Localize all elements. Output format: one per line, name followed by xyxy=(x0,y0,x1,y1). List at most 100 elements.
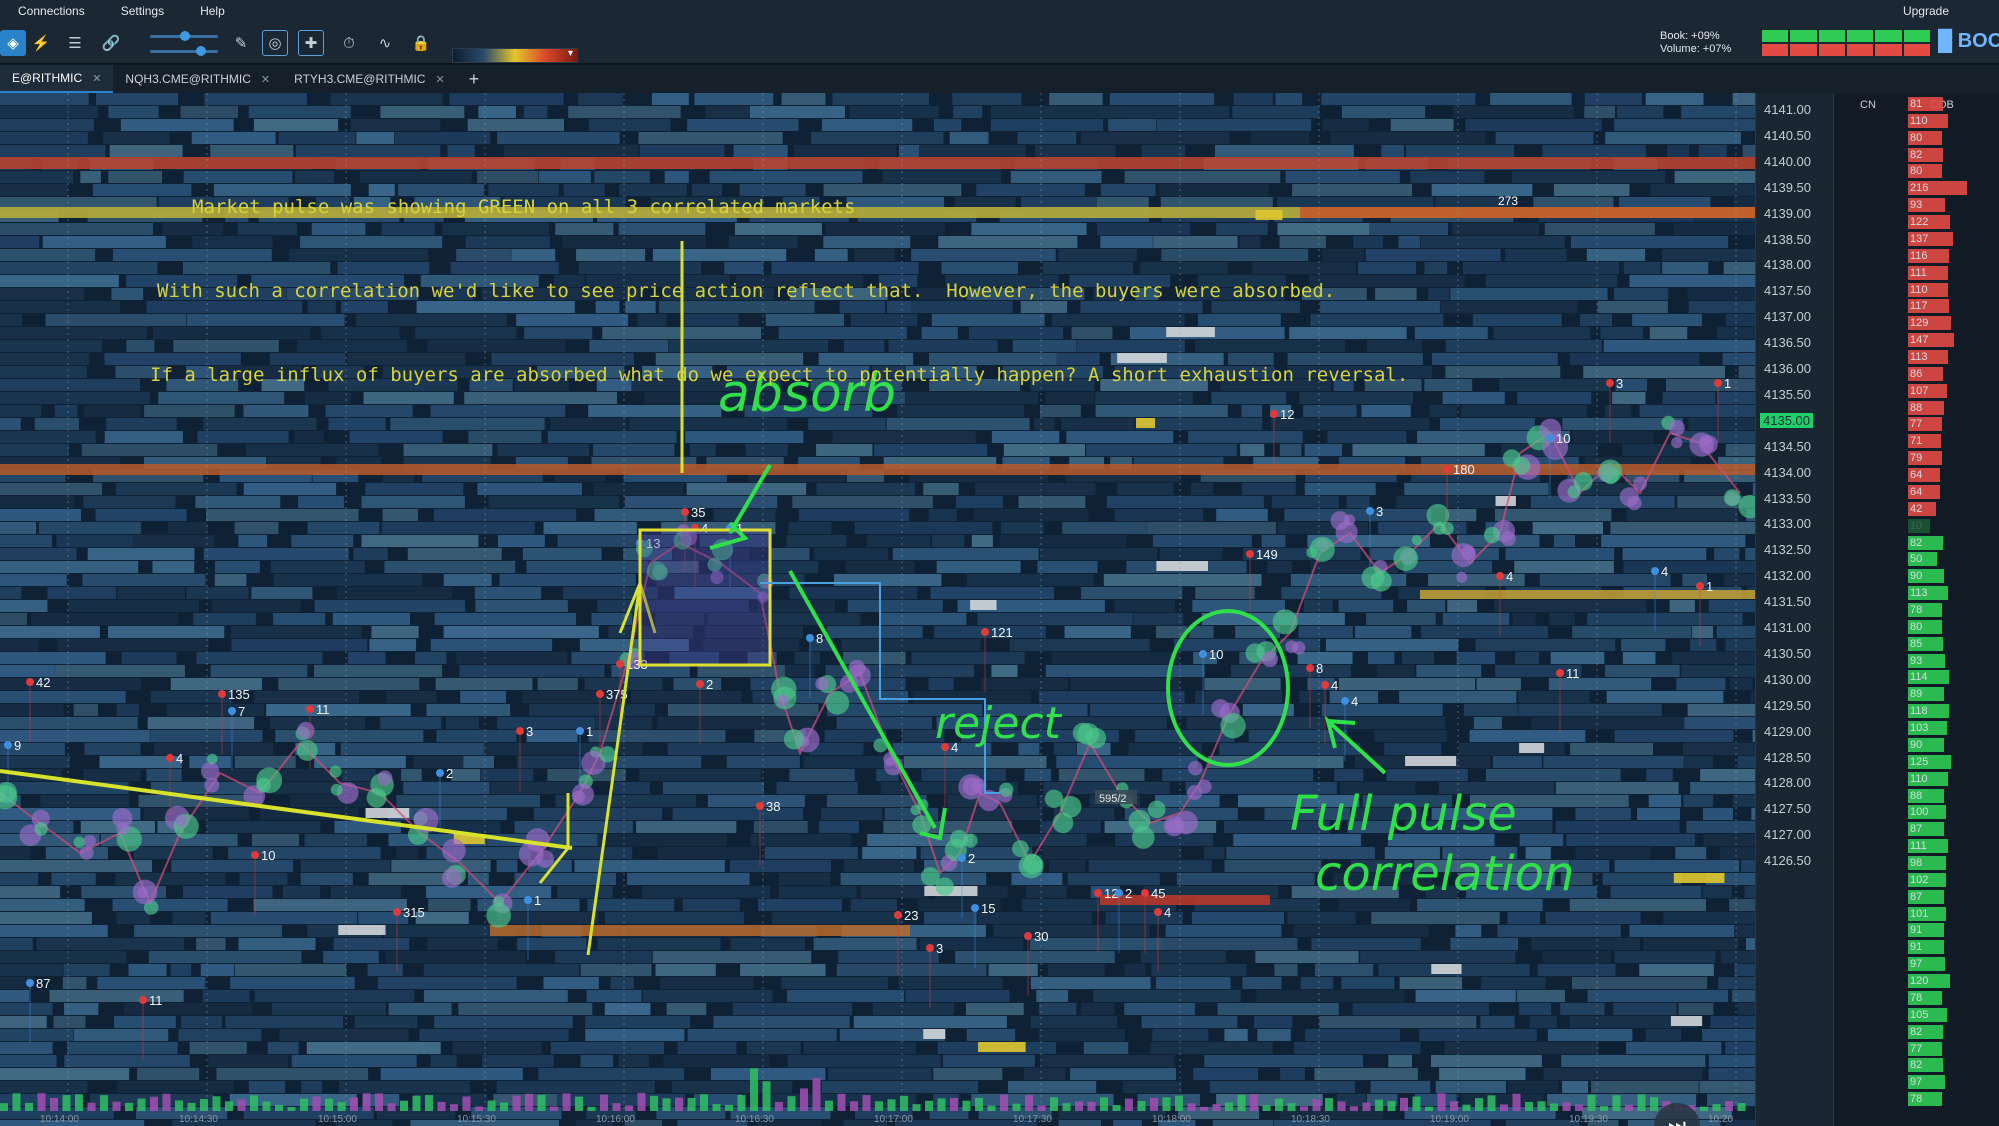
menu-help[interactable]: Help xyxy=(182,4,243,18)
bubble-tool-icon[interactable]: ◎ xyxy=(262,30,288,56)
heatmap-cell xyxy=(1156,561,1209,571)
volume-bar xyxy=(1150,1097,1158,1111)
trade-marker-label: 38 xyxy=(766,799,780,814)
price-label: 4141.00 xyxy=(1764,102,1811,117)
heatmap-cell xyxy=(338,925,386,935)
heatmap-cell xyxy=(1465,119,1602,131)
heatmap-cell xyxy=(1067,873,1160,885)
volume-bar xyxy=(637,1093,646,1111)
heatmap-cell xyxy=(385,951,526,963)
heatmap-cell xyxy=(348,652,386,664)
heatmap-cell xyxy=(833,574,942,586)
trade-bubble xyxy=(1220,713,1246,739)
heatmap-cell xyxy=(1431,964,1462,974)
timer-icon[interactable]: ⏱ xyxy=(336,30,362,56)
crosshair-icon[interactable]: ✚ xyxy=(298,30,324,56)
tab-es[interactable]: E@RITHMIC ✕ xyxy=(0,65,114,93)
volume-bar xyxy=(837,1093,846,1111)
volume-bar xyxy=(137,1098,146,1111)
heatmap-cell xyxy=(1240,444,1265,456)
trade-bubble xyxy=(73,836,85,848)
volume-bar xyxy=(775,1101,783,1111)
lock-icon[interactable]: 🔒 xyxy=(408,30,434,56)
heatmap-cell xyxy=(845,561,915,573)
volume-bar xyxy=(962,1100,971,1111)
heatmap-cell xyxy=(36,938,184,950)
menu-connections[interactable]: Connections xyxy=(0,4,103,18)
trade-bubble xyxy=(297,721,315,740)
heatmap-cell xyxy=(1543,756,1684,768)
link-icon[interactable]: 🔗 xyxy=(98,30,124,56)
chart-line-icon[interactable]: ∿ xyxy=(372,30,398,56)
trade-marker-dot xyxy=(251,851,259,859)
heatmap-cell xyxy=(924,912,978,924)
heatmap-cell xyxy=(850,899,897,911)
heatmap-cell xyxy=(1217,1003,1339,1015)
heatmap-cell xyxy=(1480,1016,1515,1028)
heatmap-cell xyxy=(526,561,649,573)
heatmap-cell xyxy=(1678,1003,1714,1015)
heatmap-cell xyxy=(1725,639,1755,651)
heatmap-cell xyxy=(273,574,423,586)
lightning-icon[interactable]: ⚡ xyxy=(28,30,54,56)
price-label: 4140.50 xyxy=(1764,127,1811,143)
heatmap-cell xyxy=(1176,873,1315,885)
pulse-bar-segment xyxy=(1818,30,1845,42)
upgrade-link[interactable]: Upgrade xyxy=(1903,4,1949,18)
heatmap-palette-select[interactable]: ▾ xyxy=(452,48,578,63)
heatmap-cell xyxy=(838,951,939,963)
heatmap-cell xyxy=(602,756,702,768)
cursor-tool-icon[interactable]: ◈ xyxy=(0,30,26,56)
menu-settings[interactable]: Settings xyxy=(103,4,182,18)
heatmap-cell xyxy=(1687,704,1755,716)
cob-cell: 88 xyxy=(1908,400,1944,415)
trade-marker-dot xyxy=(1246,550,1254,558)
heatmap-cell xyxy=(369,639,417,651)
close-icon[interactable]: ✕ xyxy=(261,73,270,86)
heatmap-cell xyxy=(354,1016,418,1028)
heatmap-cell xyxy=(594,509,688,521)
heatmap-cell xyxy=(1003,444,1085,456)
heatmap-cell xyxy=(730,938,805,950)
trade-bubble xyxy=(493,895,505,907)
trade-marker-dot xyxy=(1696,582,1704,590)
heatmap-cell xyxy=(407,548,502,560)
heatmap-cell xyxy=(974,834,1087,846)
heatmap-cell xyxy=(1605,665,1680,677)
heatmap-cell xyxy=(84,743,141,755)
heatmap-cell xyxy=(1455,925,1482,937)
heatmap-cell xyxy=(246,444,379,456)
volume-bar xyxy=(1375,1099,1383,1111)
heatmap-cell xyxy=(499,574,636,586)
volume-bar xyxy=(987,1105,996,1111)
heatmap-cell xyxy=(597,834,727,846)
cob-cell: 64 xyxy=(1908,468,1940,483)
heatmap-cell xyxy=(1114,509,1204,521)
heatmap-cell xyxy=(204,93,307,105)
heatmap-cell xyxy=(0,600,48,612)
contrast-slider-knob[interactable] xyxy=(180,31,190,41)
heatmap-cell xyxy=(1058,769,1145,781)
trade-bubble xyxy=(1012,840,1029,857)
brightness-slider[interactable] xyxy=(150,50,218,53)
heatmap-cell xyxy=(214,574,247,586)
price-label: 4126.50 xyxy=(1764,853,1811,869)
heatmap-cell xyxy=(1341,977,1395,989)
heatmap-cell xyxy=(1009,639,1150,651)
cob-cell: 90 xyxy=(1908,737,1945,752)
close-icon[interactable]: ✕ xyxy=(92,72,101,85)
trade-marker-label: 42 xyxy=(36,675,50,690)
tab-nq[interactable]: NQH3.CME@RITHMIC ✕ xyxy=(113,65,282,93)
layers-icon[interactable]: ☰ xyxy=(62,30,88,56)
heatmap-chart[interactable]: 9 42 135 7 11 4 2 10 3 1 375 133 13 35 4 1 2 38 8 121 4 2 23 3 1… xyxy=(0,93,1755,1126)
brightness-slider-knob[interactable] xyxy=(196,46,206,56)
heatmap-cell xyxy=(1123,1081,1183,1093)
heatmap-cell xyxy=(31,613,179,625)
heatmap-cell xyxy=(803,1042,916,1054)
volume-bar xyxy=(1487,1095,1496,1111)
tab-rty[interactable]: RTYH3.CME@RITHMIC ✕ xyxy=(282,65,457,93)
pencil-icon[interactable]: ✎ xyxy=(228,30,254,56)
close-icon[interactable]: ✕ xyxy=(435,73,444,86)
add-tab-button[interactable]: + xyxy=(457,69,492,90)
trade-marker-label: 87 xyxy=(36,976,50,991)
